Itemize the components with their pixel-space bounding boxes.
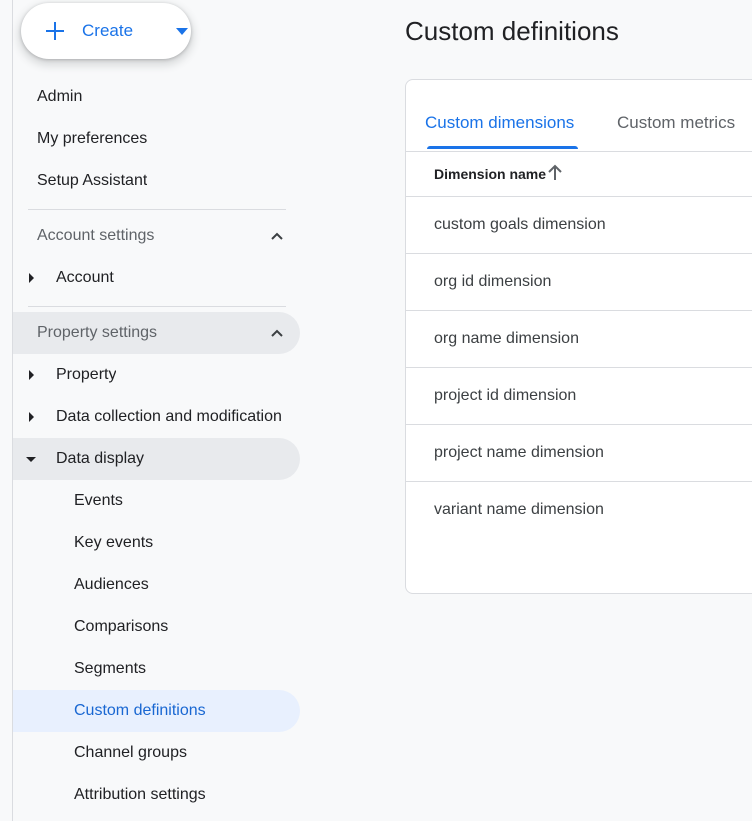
sidebar: Create Admin My preferences Setup Assist… [0, 0, 312, 821]
sidebar-item-label: Channel groups [74, 744, 187, 761]
active-tab-indicator [427, 146, 578, 149]
sidebar-item-label: Account [56, 269, 114, 286]
sidebar-item-label: Comparisons [74, 618, 169, 635]
sidebar-item-label: My preferences [37, 130, 148, 147]
expand-triangle-icon[interactable] [29, 370, 34, 380]
section-header-label: Account settings [37, 227, 155, 244]
expand-triangle-icon[interactable] [29, 412, 34, 422]
sidebar-divider [28, 209, 286, 210]
sidebar-item-key-events[interactable]: Key events [13, 522, 300, 564]
sidebar-item-admin[interactable]: Admin [13, 76, 300, 118]
chevron-up-icon [271, 232, 283, 240]
sidebar-item-label: Setup Assistant [37, 172, 148, 189]
sidebar-item-label: Attribution settings [74, 786, 206, 803]
collapse-triangle-icon[interactable] [26, 457, 36, 462]
sidebar-divider [28, 306, 286, 307]
custom-definitions-card: Custom dimensions Custom metrics Dimensi… [405, 79, 752, 594]
dimension-name-cell: project id dimension [434, 387, 577, 404]
create-button-label: Create [82, 21, 134, 40]
sidebar-item-segments[interactable]: Segments [13, 648, 300, 690]
sidebar-item-label: Events [74, 492, 123, 509]
table-row[interactable]: project name dimension [406, 425, 752, 482]
sidebar-item-label: Key events [74, 534, 154, 551]
sidebar-item-audiences[interactable]: Audiences [13, 564, 300, 606]
sidebar-item-account[interactable]: Account [13, 257, 300, 299]
sidebar-item-setup-assistant[interactable]: Setup Assistant [13, 160, 300, 202]
sidebar-item-my-preferences[interactable]: My preferences [13, 118, 300, 160]
column-header-dimension-name[interactable]: Dimension name [434, 166, 546, 182]
expand-triangle-icon[interactable] [29, 273, 34, 283]
table-row[interactable]: variant name dimension [406, 482, 752, 539]
dimension-name-cell: org id dimension [434, 273, 552, 290]
plus-icon [46, 22, 64, 40]
table-header: Dimension name [406, 152, 752, 197]
table-row[interactable]: custom goals dimension [406, 197, 752, 254]
dimension-name-cell: project name dimension [434, 444, 604, 461]
dimension-name-cell: custom goals dimension [434, 216, 606, 233]
sort-arrow-up-icon[interactable] [547, 164, 563, 182]
create-button[interactable]: Create [21, 3, 191, 59]
section-header-property-settings[interactable]: Property settings [13, 312, 300, 354]
page-title: Custom definitions [405, 16, 619, 46]
sidebar-item-events[interactable]: Events [13, 480, 300, 522]
sidebar-item-label: Segments [74, 660, 147, 677]
sidebar-item-data-display[interactable]: Data display [13, 438, 300, 480]
sidebar-item-label: Data collection and modification [56, 408, 282, 425]
dimension-name-cell: org name dimension [434, 330, 579, 347]
section-header-label: Property settings [37, 324, 158, 341]
sidebar-item-label: Data display [56, 450, 145, 467]
sidebar-item-comparisons[interactable]: Comparisons [13, 606, 300, 648]
sidebar-item-label: Audiences [74, 576, 149, 593]
dimension-name-cell: variant name dimension [434, 501, 604, 518]
sidebar-item-channel-groups[interactable]: Channel groups [13, 732, 300, 774]
ga-admin-page: Create Admin My preferences Setup Assist… [0, 0, 752, 821]
tab-custom-dimensions[interactable]: Custom dimensions [425, 113, 574, 133]
sidebar-item-custom-definitions[interactable]: Custom definitions [13, 690, 300, 732]
sidebar-item-label: Custom definitions [74, 702, 206, 719]
sidebar-item-data-collection[interactable]: Data collection and modification [13, 396, 300, 438]
table-row[interactable]: org name dimension [406, 311, 752, 368]
chevron-up-icon [271, 329, 283, 337]
sidebar-item-label: Property [56, 366, 117, 383]
tab-bar: Custom dimensions Custom metrics [406, 80, 752, 152]
table-row[interactable]: org id dimension [406, 254, 752, 311]
dropdown-caret-icon[interactable] [176, 28, 188, 35]
section-header-account-settings[interactable]: Account settings [13, 215, 300, 257]
sidebar-item-property[interactable]: Property [13, 354, 300, 396]
sidebar-item-label: Admin [37, 88, 83, 105]
table-row[interactable]: project id dimension [406, 368, 752, 425]
tab-custom-metrics[interactable]: Custom metrics [617, 113, 735, 133]
sidebar-item-attribution-settings[interactable]: Attribution settings [13, 774, 300, 816]
